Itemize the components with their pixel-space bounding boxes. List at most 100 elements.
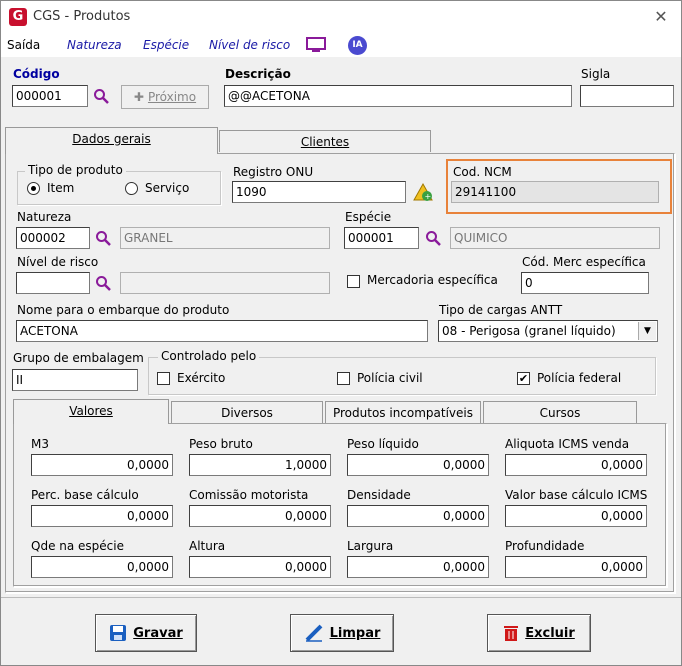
plus-icon: ✚	[133, 90, 144, 104]
svg-text:+: +	[425, 192, 432, 201]
descricao-label: Descrição	[225, 67, 291, 81]
field-input[interactable]: 0,0000	[31, 556, 173, 578]
policia-federal-label: Polícia federal	[537, 371, 622, 385]
natureza-search-icon[interactable]	[95, 230, 111, 246]
menu-saida[interactable]: Saída	[7, 38, 40, 52]
onu-input[interactable]: 1090	[232, 181, 406, 203]
sigla-input[interactable]	[580, 85, 674, 107]
excluir-button[interactable]: Excluir	[487, 614, 591, 652]
tab-dados-label: Dados gerais	[72, 132, 151, 146]
grupo-input[interactable]: II	[12, 369, 138, 391]
tab-clientes[interactable]: Clientes	[219, 130, 431, 152]
cargas-select[interactable]: 08 - Perigosa (granel líquido)	[438, 320, 658, 342]
radio-item[interactable]	[27, 182, 40, 195]
limpar-label: Limpar	[329, 625, 381, 641]
subtab-valores[interactable]: Valores	[13, 399, 169, 424]
tab-clientes-label: Clientes	[300, 135, 350, 149]
window-title: CGS - Produtos	[33, 9, 131, 24]
exercito-checkbox[interactable]	[157, 372, 170, 385]
subtab-incompativeis[interactable]: Produtos incompatíveis	[325, 401, 481, 423]
field-input[interactable]: 0,0000	[505, 454, 647, 476]
close-button[interactable]: ✕	[649, 5, 673, 29]
subtab-incompat-label: Produtos incompatíveis	[332, 406, 474, 420]
ia-button[interactable]: IA	[348, 36, 367, 55]
field-label: M3	[31, 437, 49, 451]
field-label: Largura	[347, 539, 394, 553]
subtab-diversos-label: Diversos	[221, 406, 273, 420]
field-input[interactable]: 0,0000	[505, 556, 647, 578]
field-input[interactable]: 0,0000	[31, 505, 173, 527]
mercadoria-checkbox[interactable]	[347, 275, 360, 288]
menu-especie[interactable]: Espécie	[143, 38, 189, 52]
limpar-button[interactable]: Limpar	[290, 614, 394, 652]
field-input[interactable]: 0,0000	[347, 454, 489, 476]
field-input[interactable]: 1,0000	[189, 454, 331, 476]
field-input[interactable]: 0,0000	[189, 556, 331, 578]
radio-servico-label: Serviço	[145, 181, 190, 195]
especie-label: Espécie	[345, 210, 392, 224]
codmerc-input[interactable]: 0	[521, 272, 649, 294]
codigo-label: Código	[13, 67, 60, 81]
descricao-input[interactable]: @@ACETONA	[224, 85, 572, 107]
exercito-label: Exército	[177, 371, 226, 385]
window: G CGS - Produtos ✕ Saída Natureza Espéci…	[0, 0, 682, 666]
policia-civil-label: Polícia civil	[357, 371, 423, 385]
especie-search-icon[interactable]	[425, 230, 441, 246]
cargas-label: Tipo de cargas ANTT	[439, 303, 563, 317]
nivel-label: Nível de risco	[17, 255, 99, 269]
sigla-label: Sigla	[581, 67, 611, 81]
field-label: Valor base cálculo ICMS	[505, 488, 648, 502]
policia-civil-checkbox[interactable]	[337, 372, 350, 385]
trash-icon	[504, 626, 519, 641]
subtab-valores-label: Valores	[69, 404, 113, 418]
field-label: Peso bruto	[189, 437, 253, 451]
grupo-label: Grupo de embalagem	[13, 351, 144, 365]
radio-servico[interactable]	[125, 182, 138, 195]
gravar-button[interactable]: Gravar	[95, 614, 197, 652]
ncm-label: Cod. NCM	[453, 165, 512, 179]
field-label: Altura	[189, 539, 226, 553]
field-input[interactable]: 0,0000	[347, 556, 489, 578]
proximo-button[interactable]: ✚ Próximo	[121, 85, 209, 109]
ncm-input[interactable]: 29141100	[451, 181, 659, 203]
codmerc-label: Cód. Merc específica	[522, 255, 646, 269]
especie-desc-input: QUIMICO	[450, 227, 660, 249]
subtab-cursos[interactable]: Cursos	[483, 401, 637, 423]
menu-nivel-risco[interactable]: Nível de risco	[209, 38, 290, 52]
policia-federal-checkbox[interactable]: ✔	[517, 372, 530, 385]
field-input[interactable]: 0,0000	[31, 454, 173, 476]
field-input[interactable]: 0,0000	[347, 505, 489, 527]
onu-label: Registro ONU	[233, 165, 314, 179]
app-logo-icon: G	[9, 8, 27, 26]
mercadoria-label: Mercadoria específica	[367, 273, 498, 287]
embarque-input[interactable]: ACETONA	[16, 320, 428, 342]
field-input[interactable]: 0,0000	[505, 505, 647, 527]
gravar-label: Gravar	[133, 625, 183, 641]
nivel-search-icon[interactable]	[95, 275, 111, 291]
especie-code-input[interactable]: 000001	[344, 227, 419, 249]
save-icon	[110, 625, 127, 641]
field-label: Peso líquido	[347, 437, 419, 451]
natureza-code-input[interactable]: 000002	[16, 227, 90, 249]
natureza-label: Natureza	[17, 210, 72, 224]
field-label: Qde na espécie	[31, 539, 124, 553]
subtab-diversos[interactable]: Diversos	[171, 401, 323, 423]
tipo-produto-title: Tipo de produto	[25, 163, 126, 177]
field-label: Aliquota ICMS venda	[505, 437, 630, 451]
field-label: Profundidade	[505, 539, 585, 553]
title-bar: G CGS - Produtos ✕	[1, 1, 681, 33]
field-label: Densidade	[347, 488, 411, 502]
natureza-desc-input: GRANEL	[120, 227, 330, 249]
monitor-icon[interactable]	[305, 37, 327, 53]
chevron-down-icon[interactable]: ▼	[638, 322, 656, 340]
nivel-code-input[interactable]	[16, 272, 90, 294]
radio-item-label: Item	[47, 181, 75, 195]
search-icon[interactable]	[93, 88, 109, 104]
tab-dados-gerais[interactable]: Dados gerais	[5, 127, 218, 154]
codigo-input[interactable]: 000001	[12, 85, 88, 107]
menu-natureza[interactable]: Natureza	[67, 38, 122, 52]
embarque-label: Nome para o embarque do produto	[17, 303, 230, 317]
nivel-desc-input	[120, 272, 330, 294]
field-input[interactable]: 0,0000	[189, 505, 331, 527]
warning-icon[interactable]: +	[413, 182, 435, 202]
